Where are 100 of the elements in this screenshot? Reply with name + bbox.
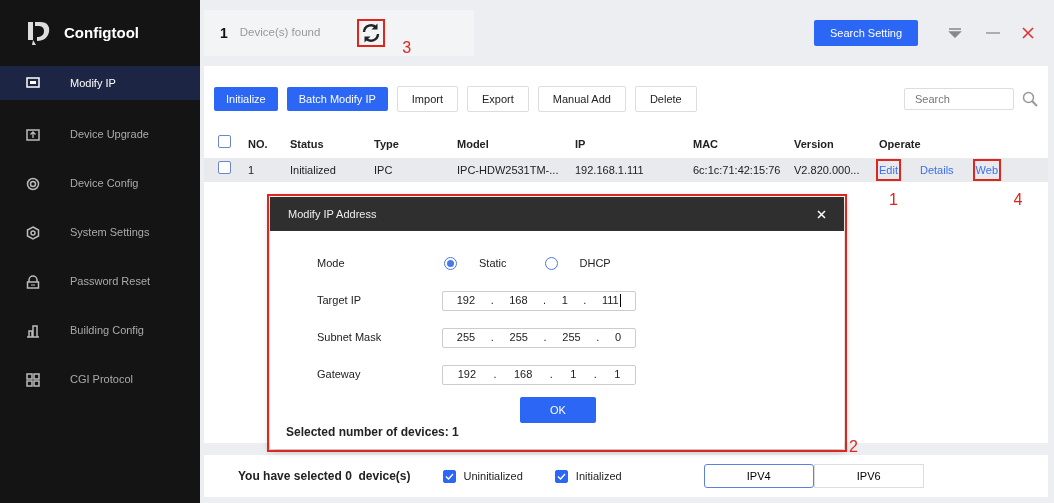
dropdown-icon[interactable] bbox=[948, 28, 962, 38]
sidebar-label: Modify IP bbox=[70, 75, 116, 91]
sidebar-label: CGI Protocol bbox=[70, 372, 133, 388]
dot-separator: . bbox=[490, 293, 494, 309]
column-header: Version bbox=[794, 136, 835, 152]
ip-octet: 111 bbox=[601, 293, 619, 309]
column-header: IP bbox=[575, 136, 587, 152]
table-cell-text: 6c:1c:71:42:15:76 bbox=[693, 162, 782, 178]
sidebar-label: System Settings bbox=[70, 225, 150, 241]
column-header: Type bbox=[374, 136, 400, 152]
ip-octet: 255 bbox=[509, 330, 528, 346]
filter-checkbox[interactable] bbox=[554, 469, 568, 483]
action-link[interactable]: Details bbox=[919, 161, 954, 179]
annotation-number: 3 bbox=[402, 40, 412, 56]
toolbar-button[interactable]: Delete bbox=[634, 86, 697, 112]
search-field[interactable]: Search bbox=[904, 88, 1014, 110]
sidebar-item[interactable]: System Settings bbox=[0, 208, 200, 257]
sidebar-label: Building Config bbox=[70, 323, 144, 339]
search-icon[interactable] bbox=[1022, 91, 1038, 107]
select-all-checkbox[interactable] bbox=[218, 135, 231, 149]
sidebar-label: Device Config bbox=[70, 176, 139, 192]
field-label: Gateway bbox=[316, 367, 362, 383]
device-count: 1 bbox=[220, 23, 228, 43]
column-header: Model bbox=[457, 136, 490, 152]
ip-icon bbox=[26, 76, 40, 90]
logo-icon bbox=[26, 20, 50, 46]
ip-octet: 1 bbox=[561, 293, 568, 309]
devices-found-label: Device(s) found bbox=[239, 25, 321, 41]
ip-octet: 1 bbox=[614, 367, 621, 383]
ip-octet: 192 bbox=[457, 367, 477, 383]
filter-checkbox[interactable] bbox=[442, 469, 456, 483]
ip-address-field[interactable]: 255 . 255 . 255 . 0 bbox=[442, 327, 636, 348]
annotation-number: 4 bbox=[1013, 191, 1023, 208]
sidebar-item[interactable]: Building Config bbox=[0, 306, 200, 355]
ip-octet: 1 bbox=[570, 367, 577, 383]
dot-separator: . bbox=[593, 367, 597, 383]
filter-label: Initialized bbox=[575, 468, 622, 484]
toolbar-button[interactable]: Manual Add bbox=[537, 86, 626, 112]
toolbar-button[interactable]: Batch Modify IP bbox=[286, 87, 388, 111]
dialog-title: Modify IP Address bbox=[288, 206, 377, 222]
row-checkbox[interactable] bbox=[218, 161, 231, 175]
action-link[interactable]: Web bbox=[975, 161, 998, 179]
ip-version-tab[interactable]: IPV4 bbox=[703, 464, 814, 488]
table-cell-text: 192.168.1.111 bbox=[575, 162, 645, 178]
annotation-box bbox=[876, 158, 901, 182]
toolbar-button[interactable]: Import bbox=[396, 86, 458, 112]
ok-button[interactable]: OK bbox=[520, 397, 596, 423]
bar-chart-icon bbox=[26, 323, 40, 338]
ip-address-field[interactable]: 192 . 168 . 1 . 1 bbox=[442, 364, 636, 385]
sidebar-item[interactable]: Device Config bbox=[0, 159, 200, 208]
selection-count: You have selected 0 device(s) bbox=[238, 468, 411, 485]
sidebar-item[interactable]: Password Reset bbox=[0, 257, 200, 306]
dot-separator: . bbox=[549, 367, 553, 383]
dot-separator: . bbox=[493, 367, 497, 383]
annotation-box bbox=[972, 158, 1001, 182]
column-header: Operate bbox=[879, 136, 921, 152]
ip-octet: 192 bbox=[456, 293, 476, 309]
column-header: NO. bbox=[248, 136, 269, 152]
sidebar-item[interactable]: Modify IP bbox=[0, 66, 200, 100]
sidebar-item[interactable]: CGI Protocol bbox=[0, 355, 200, 404]
dot-separator: . bbox=[543, 330, 547, 346]
ip-octet: 255 bbox=[456, 330, 476, 346]
grid-icon bbox=[26, 372, 40, 387]
ip-octet: 255 bbox=[562, 330, 581, 346]
search-setting-button[interactable]: Search Setting bbox=[814, 20, 918, 46]
ip-octet: 168 bbox=[509, 293, 528, 309]
app-name: Configtool bbox=[64, 22, 139, 43]
table-cell-text: IPC bbox=[374, 162, 394, 178]
sidebar-item[interactable]: Device Upgrade bbox=[0, 110, 200, 159]
dot-separator: . bbox=[490, 330, 494, 346]
column-header: MAC bbox=[693, 136, 720, 152]
ip-octet: 168 bbox=[513, 367, 533, 383]
dot-separator: . bbox=[583, 293, 587, 309]
upload-icon bbox=[26, 127, 40, 142]
ip-octet: 0 bbox=[615, 330, 622, 346]
selection-summary: Selected number of devices: 1 bbox=[285, 424, 460, 441]
field-label: Subnet Mask bbox=[316, 330, 383, 346]
dot-separator: . bbox=[543, 293, 547, 309]
annotation-box bbox=[357, 19, 386, 47]
table-cell-text: Initialized bbox=[290, 162, 337, 178]
sidebar-label: Password Reset bbox=[70, 274, 151, 290]
sidebar-label: Device Upgrade bbox=[70, 127, 149, 143]
table-cell-text: 1 bbox=[248, 162, 256, 178]
annotation-number: 2 bbox=[849, 439, 858, 455]
table-cell-text: V2.820.000... bbox=[794, 162, 861, 178]
field-label: Target IP bbox=[316, 293, 363, 309]
dot-separator: . bbox=[596, 330, 600, 346]
toolbar-button[interactable]: Initialize bbox=[214, 87, 278, 111]
lock-icon bbox=[26, 274, 40, 289]
toolbar-button[interactable]: Export bbox=[467, 86, 529, 112]
field-label: Mode bbox=[316, 256, 346, 272]
action-link[interactable]: Edit bbox=[879, 161, 898, 179]
column-header: Status bbox=[290, 136, 325, 152]
ip-address-field[interactable]: 192 . 168 . 1 . 111 bbox=[442, 290, 636, 311]
table-cell-text: IPC-HDW2531TM-... bbox=[457, 162, 560, 178]
ring-icon bbox=[26, 176, 40, 191]
annotation-number: 1 bbox=[889, 191, 898, 208]
radio-label: Static bbox=[479, 256, 507, 272]
ip-version-tab[interactable]: IPV6 bbox=[813, 464, 924, 488]
hexagon-icon bbox=[26, 225, 40, 240]
